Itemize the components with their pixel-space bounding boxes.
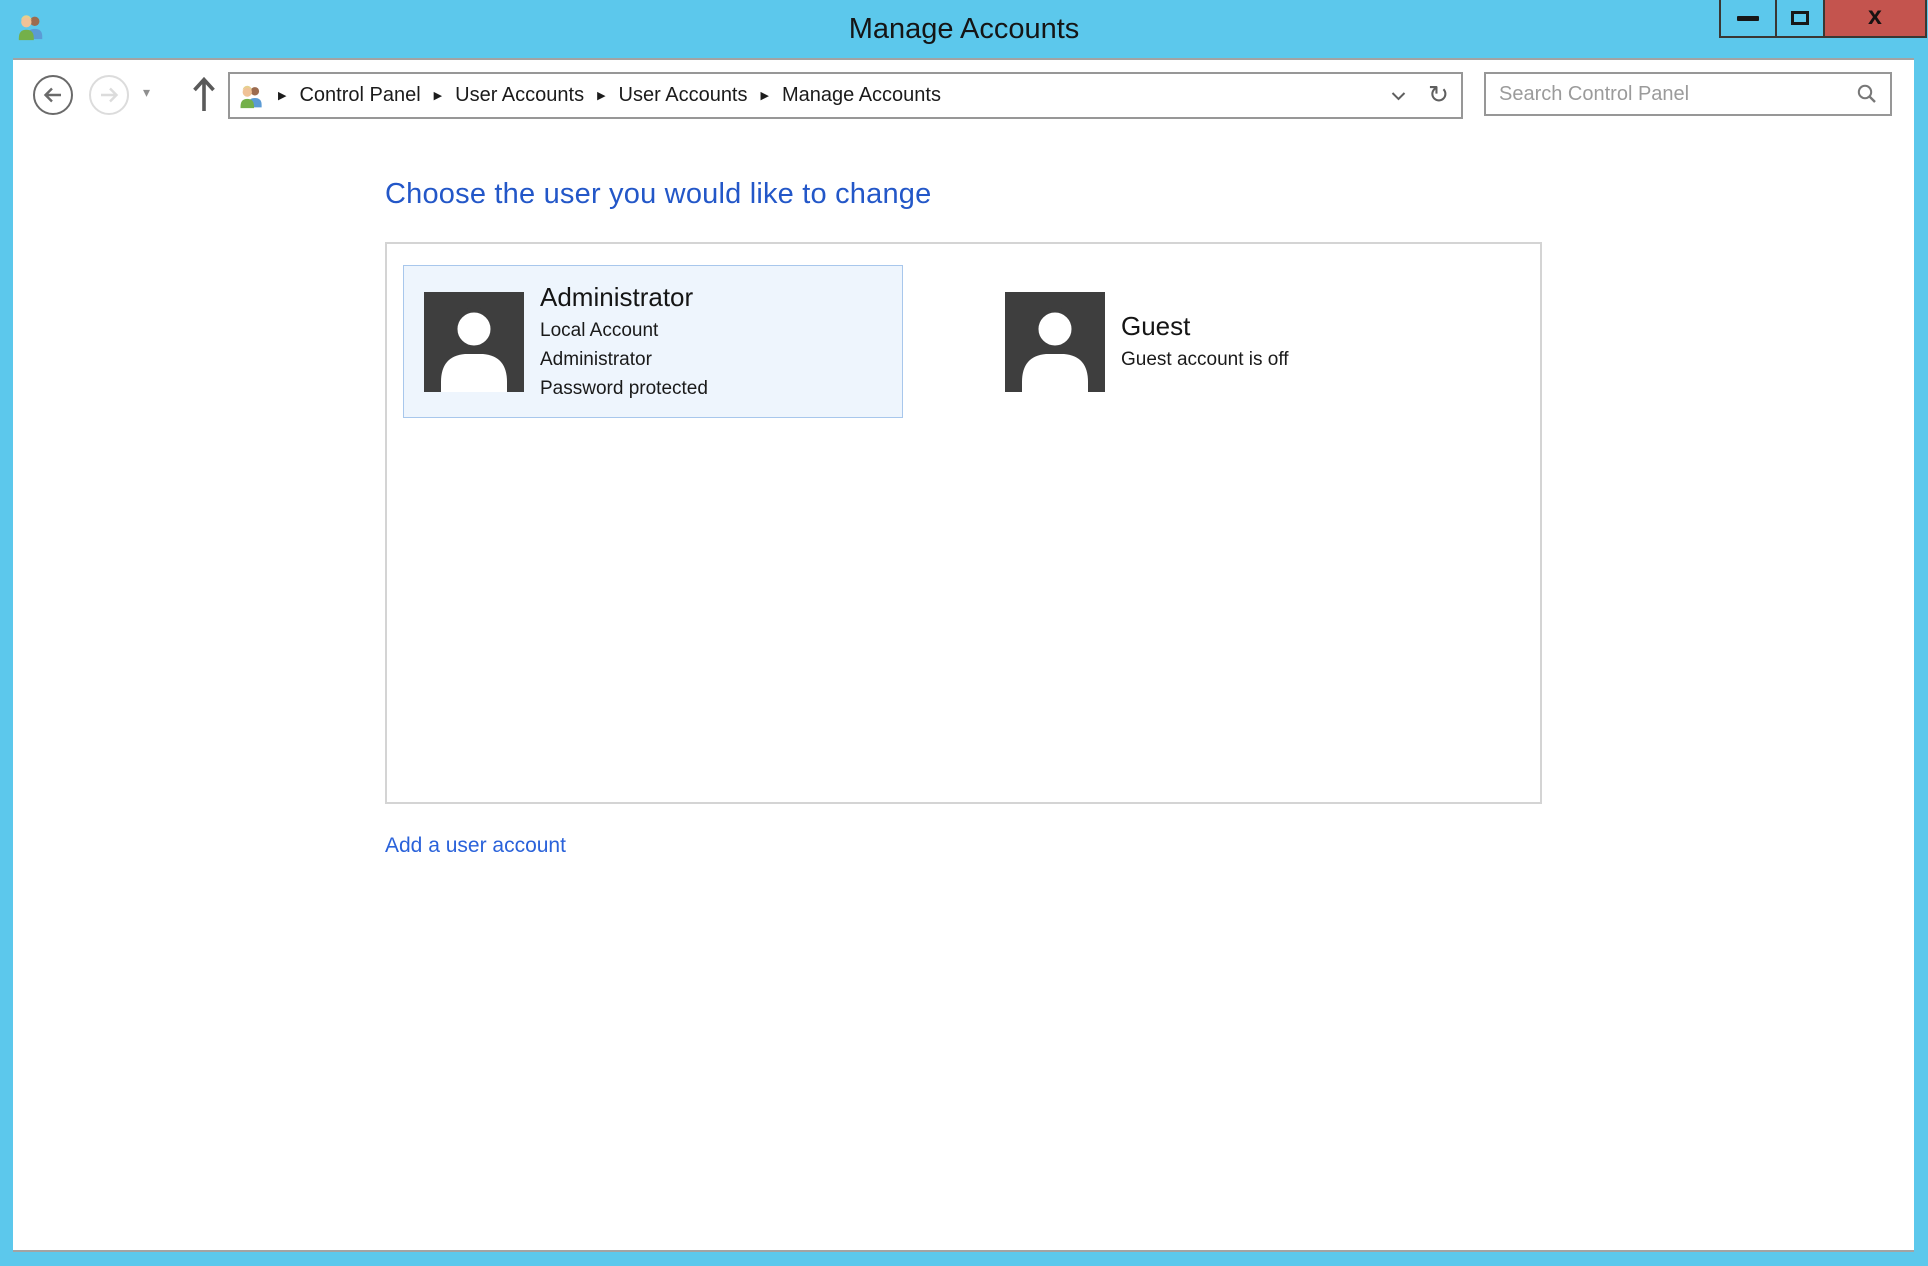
account-tile-guest[interactable]: Guest Guest account is off: [985, 265, 1485, 418]
account-detail: Administrator: [540, 345, 708, 374]
search-input[interactable]: [1499, 83, 1856, 106]
close-button[interactable]: x: [1823, 0, 1927, 38]
account-name: Guest: [1121, 310, 1289, 342]
chevron-down-icon: [1391, 91, 1406, 101]
address-bar[interactable]: ▶ Control Panel ▶ User Accounts ▶ User A…: [228, 72, 1463, 119]
forward-button[interactable]: [89, 75, 129, 115]
account-detail: Password protected: [540, 374, 708, 403]
add-user-account-link[interactable]: Add a user account: [385, 834, 566, 858]
account-detail: Guest account is off: [1121, 345, 1289, 374]
breadcrumb-item-user-accounts-2[interactable]: User Accounts: [619, 84, 748, 107]
minimize-button[interactable]: [1719, 0, 1777, 38]
window-controls: x: [1721, 0, 1927, 38]
minimize-icon: [1737, 16, 1759, 21]
up-button[interactable]: [190, 72, 218, 116]
close-icon: x: [1868, 4, 1882, 29]
arrow-right-icon: [97, 83, 121, 107]
navigation-bar: ▾ ▶ Control Panel ▶ User Accounts ▶ User…: [13, 60, 1914, 140]
title-bar: Manage Accounts x: [0, 0, 1928, 58]
crumb-separator-icon: ▶: [278, 89, 286, 102]
crumb-separator-icon: ▶: [597, 89, 605, 102]
arrow-up-icon: [191, 74, 217, 114]
account-info: Administrator Local Account Administrato…: [540, 281, 708, 403]
back-button[interactable]: [33, 75, 73, 115]
search-box[interactable]: [1484, 72, 1892, 116]
users-icon: [238, 82, 265, 109]
recent-pages-button[interactable]: ▾: [143, 84, 150, 101]
breadcrumb-item-user-accounts[interactable]: User Accounts: [455, 84, 584, 107]
arrow-left-icon: [41, 83, 65, 107]
crumb-separator-icon: ▶: [434, 89, 442, 102]
refresh-button[interactable]: ↻: [1428, 83, 1449, 108]
breadcrumb-item-manage-accounts[interactable]: Manage Accounts: [782, 84, 941, 107]
crumb-separator-icon: ▶: [761, 89, 769, 102]
user-account-list: Administrator Local Account Administrato…: [385, 242, 1542, 804]
account-tile-administrator[interactable]: Administrator Local Account Administrato…: [403, 265, 903, 418]
page-title: Choose the user you would like to change: [385, 178, 931, 211]
account-info: Guest Guest account is off: [1121, 310, 1289, 374]
breadcrumb-item-control-panel[interactable]: Control Panel: [299, 84, 420, 107]
window-title: Manage Accounts: [0, 13, 1928, 46]
address-dropdown-button[interactable]: [1391, 91, 1406, 101]
maximize-button[interactable]: [1775, 0, 1825, 38]
maximize-icon: [1791, 11, 1809, 25]
account-name: Administrator: [540, 281, 708, 313]
user-avatar-icon: [1005, 292, 1105, 392]
account-detail: Local Account: [540, 316, 708, 345]
main-content: Choose the user you would like to change…: [13, 140, 1914, 1250]
user-avatar-icon: [424, 292, 524, 392]
search-icon[interactable]: [1856, 83, 1878, 105]
